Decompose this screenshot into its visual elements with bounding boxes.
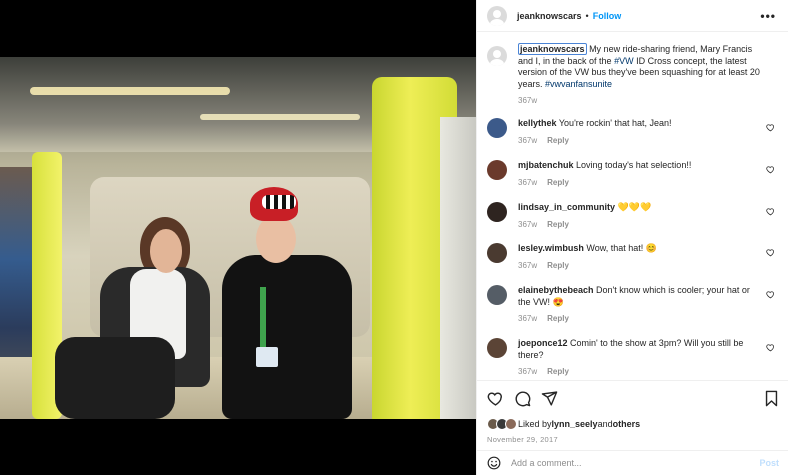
post-media bbox=[0, 0, 476, 475]
reply-button[interactable]: Reply bbox=[547, 136, 569, 145]
comment-icon[interactable] bbox=[514, 390, 531, 407]
likes-summary: Liked by lynn_seely and others bbox=[487, 418, 779, 430]
likes-middle: and bbox=[597, 419, 613, 429]
hashtag-link[interactable]: #vwvanfansunite bbox=[545, 79, 612, 89]
comment-item: joeponce12 Comin' to the show at 3pm? Wi… bbox=[487, 338, 779, 378]
caption-username[interactable]: jeanknowscars bbox=[518, 43, 587, 55]
comment-age: 367w bbox=[518, 219, 538, 229]
comment-text: You're rockin' that hat, Jean! bbox=[558, 118, 672, 128]
avatar[interactable] bbox=[487, 118, 507, 138]
avatar[interactable] bbox=[487, 285, 507, 305]
reply-button[interactable]: Reply bbox=[547, 367, 569, 376]
post-details-panel: jeanknowscars • Follow ••• jeanknowscars… bbox=[476, 0, 788, 475]
liker-avatars[interactable] bbox=[487, 418, 517, 430]
heart-icon[interactable] bbox=[766, 248, 775, 257]
comment-item: lindsay_in_community 💛💛💛 367w Reply bbox=[487, 202, 779, 230]
comment-age: 367w bbox=[518, 314, 538, 323]
heart-icon[interactable] bbox=[766, 290, 775, 299]
comment-username[interactable]: joeponce12 bbox=[518, 338, 568, 348]
heart-icon[interactable] bbox=[766, 165, 775, 174]
heart-icon[interactable] bbox=[766, 123, 775, 132]
reply-button[interactable]: Reply bbox=[547, 261, 569, 270]
post-actions: Liked by lynn_seely and others November … bbox=[477, 380, 788, 444]
emoji-icon[interactable] bbox=[487, 456, 501, 470]
share-icon[interactable] bbox=[541, 390, 558, 407]
post-comment-button[interactable]: Post bbox=[759, 458, 779, 468]
bookmark-icon[interactable] bbox=[764, 390, 779, 407]
avatar[interactable] bbox=[487, 46, 507, 66]
avatar[interactable] bbox=[487, 243, 507, 263]
likes-prefix: Liked by bbox=[518, 419, 552, 429]
post-author-username[interactable]: jeanknowscars bbox=[517, 11, 582, 21]
reply-button[interactable]: Reply bbox=[547, 178, 569, 187]
heart-icon[interactable] bbox=[766, 343, 775, 352]
avatar[interactable] bbox=[487, 338, 507, 358]
avatar[interactable] bbox=[487, 202, 507, 222]
comment-username[interactable]: kellythek bbox=[518, 118, 557, 128]
comment-item: kellythek You're rockin' that hat, Jean!… bbox=[487, 118, 779, 146]
reply-button[interactable]: Reply bbox=[547, 220, 569, 229]
comment-item: elainebythebeach Don't know which is coo… bbox=[487, 285, 779, 325]
comment-username[interactable]: lesley.wimbush bbox=[518, 243, 584, 253]
more-options-icon[interactable]: ••• bbox=[760, 9, 776, 23]
likes-others-link[interactable]: others bbox=[613, 419, 641, 429]
post-photo[interactable] bbox=[0, 57, 476, 419]
heart-icon[interactable] bbox=[766, 207, 775, 216]
hashtag-link[interactable]: #VW bbox=[614, 56, 634, 66]
add-comment-bar: Add a comment... Post bbox=[477, 450, 788, 475]
instagram-post-view: jeanknowscars • Follow ••• jeanknowscars… bbox=[0, 0, 788, 475]
comment-username[interactable]: lindsay_in_community bbox=[518, 202, 615, 212]
comment-age: 367w bbox=[518, 367, 538, 376]
comment-age: 367w bbox=[518, 135, 538, 145]
post-date[interactable]: November 29, 2017 bbox=[487, 435, 779, 444]
avatar[interactable] bbox=[487, 160, 507, 180]
follow-button[interactable]: Follow bbox=[593, 11, 622, 21]
comment-input[interactable]: Add a comment... bbox=[511, 458, 759, 468]
comment-text: Loving today's hat selection!! bbox=[576, 160, 692, 170]
heart-icon[interactable] bbox=[487, 390, 504, 407]
comment-text: 💛💛💛 bbox=[617, 202, 652, 212]
comment-item: mjbatenchuk Loving today's hat selection… bbox=[487, 160, 779, 188]
avatar[interactable] bbox=[487, 5, 507, 26]
liker-username[interactable]: lynn_seely bbox=[552, 419, 598, 429]
post-caption: jeanknowscars My new ride-sharing friend… bbox=[487, 43, 779, 107]
caption-age[interactable]: 367w bbox=[518, 96, 537, 105]
comments-list: jeanknowscars My new ride-sharing friend… bbox=[477, 40, 788, 380]
comment-age: 367w bbox=[518, 177, 538, 187]
post-header: jeanknowscars • Follow ••• bbox=[477, 0, 788, 32]
comment-age: 367w bbox=[518, 260, 538, 270]
comment-username[interactable]: elainebythebeach bbox=[518, 285, 594, 295]
avatar bbox=[505, 418, 517, 430]
separator-dot: • bbox=[585, 10, 589, 21]
comment-item: lesley.wimbush Wow, that hat! 😊 367w Repl… bbox=[487, 243, 779, 271]
reply-button[interactable]: Reply bbox=[547, 314, 569, 323]
comment-username[interactable]: mjbatenchuk bbox=[518, 160, 574, 170]
comment-text: Wow, that hat! 😊 bbox=[586, 243, 657, 253]
